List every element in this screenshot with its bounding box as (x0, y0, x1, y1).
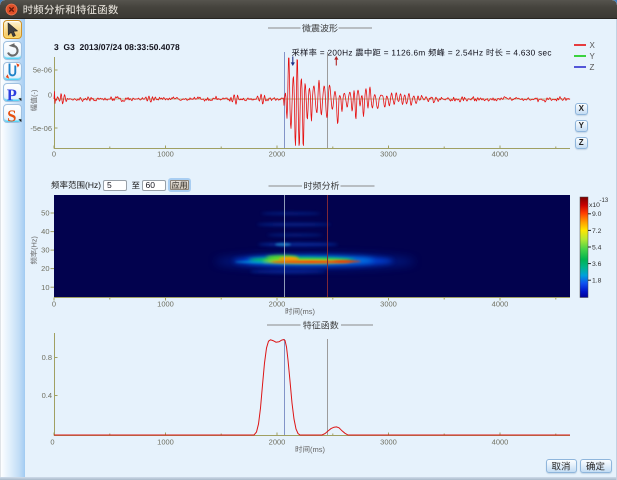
svg-text:x10: x10 (589, 202, 600, 209)
svg-text:2000: 2000 (269, 300, 286, 309)
svg-text:Z: Z (590, 63, 595, 72)
svg-text:50: 50 (41, 209, 49, 218)
svg-text:-5e-06: -5e-06 (30, 124, 52, 133)
svg-text:Y: Y (590, 52, 596, 61)
svg-text:0.4: 0.4 (42, 391, 52, 400)
svg-text:5: 5 (107, 180, 112, 190)
svg-text:30: 30 (41, 246, 49, 255)
svg-text:9.0: 9.0 (592, 211, 602, 218)
svg-text:3.6: 3.6 (592, 261, 602, 268)
svg-text:1000: 1000 (157, 438, 174, 447)
svg-text:5.4: 5.4 (592, 244, 602, 251)
svg-text:10: 10 (41, 283, 49, 292)
svg-text:4000: 4000 (492, 300, 509, 309)
svg-text:2000: 2000 (269, 150, 286, 159)
svg-text:0: 0 (52, 150, 56, 159)
svg-text:20: 20 (41, 264, 49, 273)
svg-text:60: 60 (146, 180, 156, 190)
svg-text:2000: 2000 (269, 438, 286, 447)
svg-text:1000: 1000 (157, 300, 174, 309)
svg-text:0: 0 (48, 91, 52, 100)
svg-text:X: X (590, 41, 596, 50)
svg-text:0: 0 (52, 300, 56, 309)
svg-text:4000: 4000 (492, 150, 509, 159)
svg-text:7.2: 7.2 (592, 228, 602, 235)
svg-text:3000: 3000 (380, 150, 397, 159)
svg-text:4000: 4000 (492, 438, 509, 447)
svg-text:3000: 3000 (380, 300, 397, 309)
svg-text:3000: 3000 (380, 438, 397, 447)
svg-text:1000: 1000 (157, 150, 174, 159)
svg-text:0: 0 (50, 438, 54, 447)
svg-text:0.8: 0.8 (42, 353, 52, 362)
svg-text:40: 40 (41, 227, 49, 236)
svg-text:-13: -13 (600, 198, 609, 204)
svg-text:1.8: 1.8 (592, 278, 602, 285)
svg-text:5e-06: 5e-06 (33, 66, 52, 75)
